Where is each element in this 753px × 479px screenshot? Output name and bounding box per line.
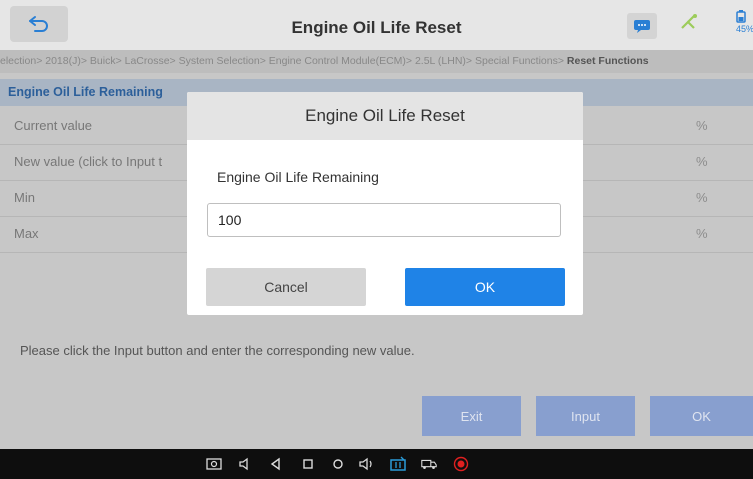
dialog-field-label: Engine Oil Life Remaining <box>217 169 379 185</box>
recents-icon[interactable] <box>299 455 317 473</box>
exit-button[interactable]: Exit <box>422 396 521 436</box>
system-nav-bar <box>0 449 753 479</box>
oil-life-input[interactable] <box>207 203 561 237</box>
back-nav-icon[interactable] <box>267 455 285 473</box>
instruction-text: Please click the Input button and enter … <box>20 343 415 358</box>
ok-button[interactable]: OK <box>650 396 753 436</box>
screenshot-icon[interactable] <box>205 455 223 473</box>
volume-down-icon[interactable] <box>236 455 254 473</box>
input-button[interactable]: Input <box>536 396 635 436</box>
row-label: New value (click to Input t <box>14 154 163 169</box>
wifi-icon <box>681 14 697 29</box>
row-label: Current value <box>14 118 93 133</box>
row-label: Max <box>14 226 39 241</box>
oil-reset-dialog: Engine Oil Life Reset Engine Oil Life Re… <box>187 92 583 315</box>
table-header-label: Engine Oil Life Remaining <box>8 85 163 99</box>
record-icon[interactable] <box>452 455 470 473</box>
row-unit: % <box>696 154 708 169</box>
dialog-cancel-button[interactable]: Cancel <box>206 268 366 306</box>
breadcrumb-path: election> 2018(J)> Buick> LaCrosse> Syst… <box>0 55 567 67</box>
row-label: Min <box>14 190 35 205</box>
dialog-header: Engine Oil Life Reset <box>187 92 583 140</box>
home-icon[interactable] <box>329 455 347 473</box>
breadcrumb: election> 2018(J)> Buick> LaCrosse> Syst… <box>0 50 753 73</box>
message-icon <box>634 20 650 33</box>
battery-icon <box>736 10 746 23</box>
row-unit: % <box>696 190 708 205</box>
app-screen: Engine Oil Life Reset 45% election> 201 <box>0 0 753 479</box>
battery-percent: 45% <box>736 24 753 34</box>
dialog-ok-button[interactable]: OK <box>405 268 565 306</box>
truck-icon[interactable] <box>420 455 438 473</box>
breadcrumb-current: Reset Functions <box>566 55 649 67</box>
top-bar: Engine Oil Life Reset 45% <box>0 0 753 51</box>
vci-icon[interactable] <box>389 455 407 473</box>
row-unit: % <box>696 226 708 241</box>
volume-up-icon[interactable] <box>358 455 376 473</box>
message-button[interactable] <box>627 13 657 39</box>
dialog-title: Engine Oil Life Reset <box>305 106 465 125</box>
row-unit: % <box>696 118 708 133</box>
